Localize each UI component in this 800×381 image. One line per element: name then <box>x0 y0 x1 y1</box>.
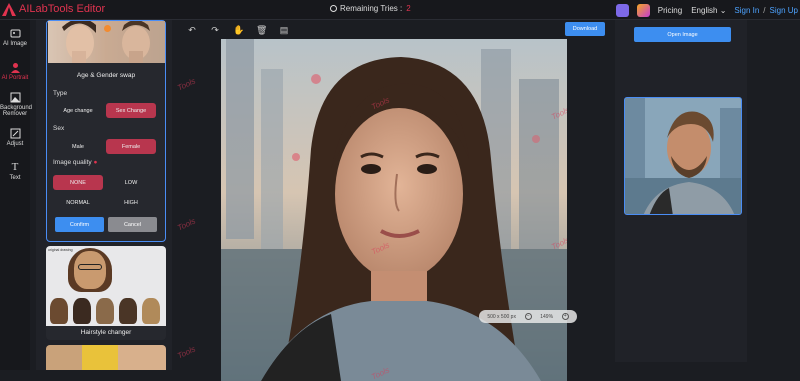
header-actions: Pricing English ⌄ Sign In / Sign Up <box>615 2 798 18</box>
zoom-level: 149% <box>540 313 554 320</box>
swap-icon <box>104 25 111 32</box>
type-label: Type <box>53 90 68 97</box>
option-age-change[interactable]: Age change <box>53 103 103 118</box>
auth-separator: / <box>763 5 766 15</box>
text-icon: T <box>11 161 19 173</box>
portrait-image <box>221 39 567 381</box>
option-quality-high[interactable]: HIGH <box>106 195 156 210</box>
age-gender-preview <box>48 21 165 63</box>
undo-icon[interactable]: ↶ <box>187 25 197 35</box>
info-icon <box>330 5 337 12</box>
layers-icon[interactable]: ▤ <box>279 25 289 35</box>
option-quality-normal[interactable]: NORMAL <box>53 195 103 210</box>
remaining-count: 2 <box>406 4 411 13</box>
hairstyle-card[interactable]: original drawing Hairstyle changer <box>46 246 166 340</box>
left-nav: AI Image AI Portrait Background Remover … <box>0 20 32 370</box>
tool-panel: Age & Gender swap Type Age change Sex Ch… <box>36 20 172 370</box>
image-sparkle-icon <box>10 29 20 38</box>
discord-icon[interactable] <box>615 3 629 17</box>
chevron-down-icon: ⌄ <box>719 5 727 15</box>
nav-background-remover[interactable]: Background Remover <box>0 92 32 117</box>
nav-text[interactable]: T Text <box>0 161 30 182</box>
top-bar: AILabTools Editor Remaining Tries :2 Pri… <box>0 0 800 20</box>
more-tools-card[interactable] <box>46 345 166 370</box>
watermark-text: Tools <box>175 216 197 233</box>
hairstyle-title: Hairstyle changer <box>80 329 132 336</box>
option-quality-low[interactable]: LOW <box>106 175 156 190</box>
required-dot-icon: ● <box>91 159 98 166</box>
sex-label: Sex <box>53 125 65 132</box>
background-icon <box>10 92 20 103</box>
option-sex-change[interactable]: Sex Change <box>106 103 156 118</box>
workspace: ↶ ↷ ✋ 🗑 ▤ Download Tools Tools Tools Too… <box>175 20 612 381</box>
reference-image[interactable] <box>624 97 742 215</box>
nav-ai-image[interactable]: AI Image <box>0 28 30 47</box>
card-title: Age & Gender swap <box>76 72 136 79</box>
logo-icon <box>2 3 16 16</box>
watermark-text: Tools <box>175 344 197 361</box>
redo-icon[interactable]: ↷ <box>210 25 220 35</box>
nav-ai-portrait[interactable]: AI Portrait <box>0 62 30 81</box>
remaining-tries: Remaining Tries :2 <box>330 4 411 13</box>
hairstyle-preview: original drawing <box>46 246 166 326</box>
zoom-bar: 500 x 500 px − 149% + <box>479 310 577 323</box>
open-image-button[interactable]: Open Image <box>634 27 731 42</box>
hand-icon[interactable]: ✋ <box>233 25 244 35</box>
glasses-shape <box>78 264 102 270</box>
option-quality-none[interactable]: NONE <box>53 175 103 190</box>
zoom-out-icon[interactable]: − <box>524 313 532 320</box>
sign-up-link[interactable]: Sign Up <box>770 6 798 15</box>
quality-label: Image quality ● <box>53 159 98 166</box>
image-size-label: 500 x 500 px <box>487 313 516 320</box>
confirm-button[interactable]: Confirm <box>55 217 104 232</box>
image-canvas[interactable]: Tools Tools Tools Tools Tools <box>221 39 567 381</box>
age-gender-card: Age & Gender swap Type Age change Sex Ch… <box>46 20 166 242</box>
pricing-link[interactable]: Pricing <box>658 6 682 15</box>
watermark-text: Tools <box>175 76 197 93</box>
language-select[interactable]: English ⌄ <box>691 6 726 15</box>
option-female[interactable]: Female <box>106 139 156 154</box>
zoom-in-icon[interactable]: + <box>561 313 569 320</box>
sign-in-link[interactable]: Sign In <box>734 6 759 15</box>
adjust-icon <box>10 128 20 139</box>
right-panel: Open Image <box>615 20 747 362</box>
original-tag: original drawing <box>48 248 73 252</box>
delete-icon[interactable]: 🗑 <box>256 25 267 35</box>
gift-icon[interactable] <box>636 3 650 17</box>
cancel-button[interactable]: Cancel <box>108 217 157 232</box>
person-icon <box>10 63 20 73</box>
nav-adjust[interactable]: Adjust <box>0 128 30 147</box>
option-male[interactable]: Male <box>53 139 103 154</box>
download-button[interactable]: Download <box>565 22 605 36</box>
brand-title[interactable]: AILabTools Editor <box>19 3 105 15</box>
